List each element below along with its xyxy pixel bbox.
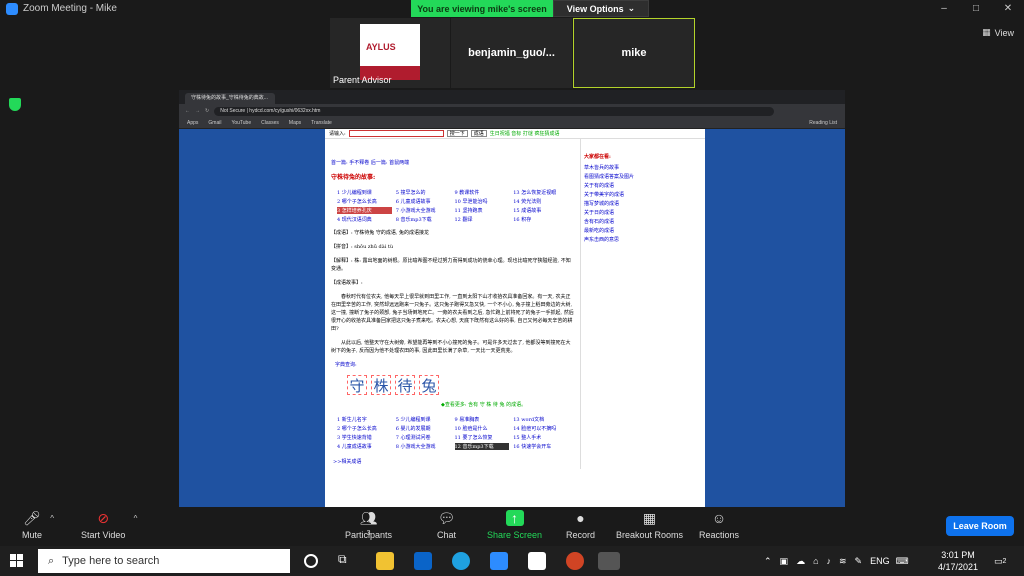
- aylus-logo: AYLUS: [366, 42, 396, 52]
- microphone-icon: 🎤︎: [23, 510, 41, 526]
- webpage-content: 请输入: 搜一下 成语 生日祝福 音标 打谜 疯狂猜成语 首一篇: 手不释卷 后…: [325, 129, 705, 507]
- participants-button[interactable]: 👥︎3 Participants: [345, 510, 392, 540]
- security-shield-icon[interactable]: [9, 98, 21, 111]
- back-icon: ←: [185, 108, 190, 114]
- mail-icon[interactable]: [414, 552, 432, 570]
- video-off-icon: ⊘: [97, 510, 110, 526]
- leave-room-button[interactable]: Leave Room: [946, 516, 1014, 536]
- cortana-icon[interactable]: [304, 554, 318, 568]
- store-icon[interactable]: [528, 552, 546, 570]
- viewing-screen-banner: You are viewing mike's screen View Optio…: [411, 0, 649, 17]
- mute-button[interactable]: 🎤︎ Mute ^: [22, 510, 54, 540]
- record-icon: ●: [576, 510, 585, 526]
- zoom-meeting-screen: Zoom Meeting - Mike – □ ✕ You are viewin…: [0, 0, 1024, 576]
- viewing-status: You are viewing mike's screen: [411, 0, 553, 17]
- view-label: View: [994, 27, 1014, 38]
- breakout-rooms-icon: ▦: [642, 510, 657, 526]
- camera-icon[interactable]: ▣: [780, 556, 789, 567]
- link-grid: 1 少儿编程到课 5 撞早怎么的 9 教课软件 13 怎么恢复近视眼 2 哪个子…: [337, 190, 557, 223]
- participant-name: mike: [621, 47, 647, 59]
- taskbar-search-box[interactable]: ⌕ Type here to search: [38, 549, 290, 573]
- view-layout-button[interactable]: ▦ View: [982, 27, 1014, 38]
- start-video-button[interactable]: ⊘ Start Video ^: [81, 510, 137, 540]
- breakout-rooms-button[interactable]: ▦ Breakout Rooms: [616, 510, 683, 540]
- chat-button[interactable]: 💬︎ Chat: [437, 510, 456, 540]
- file-explorer-icon[interactable]: [376, 552, 394, 570]
- chat-icon: 💬︎: [437, 510, 456, 526]
- participant-tile-benjamin[interactable]: benjamin_guo/...: [451, 18, 572, 88]
- notification-center[interactable]: ▭ 2: [994, 546, 1006, 576]
- clock-date: 4/17/2021: [938, 562, 979, 572]
- cloud-icon[interactable]: ☁: [796, 556, 805, 567]
- url-field: Not Secure | hydcd.com/cy/gushi/0632xx.h…: [214, 106, 775, 116]
- forward-icon: →: [195, 108, 200, 114]
- zoom-logo-icon: [6, 2, 18, 15]
- task-view-icon[interactable]: ⧉: [338, 552, 356, 570]
- share-screen-button[interactable]: ↑ Share Screen: [487, 510, 542, 540]
- pen-icon[interactable]: ✎: [855, 556, 863, 567]
- chevron-up-icon[interactable]: ^: [134, 514, 138, 523]
- taskbar-clock[interactable]: 3:01 PM 4/17/2021: [938, 549, 978, 573]
- site-search-row: 请输入: 搜一下 成语 生日祝福 音标 打谜 疯狂猜成语: [325, 129, 705, 139]
- search-icon: ⌕: [48, 554, 55, 567]
- active-app-icon[interactable]: [598, 552, 620, 570]
- participant-name: Parent Advisor: [333, 75, 392, 85]
- participants-icon: 👥︎3: [359, 510, 378, 537]
- keyboard-icon[interactable]: ⌨: [896, 556, 909, 567]
- window-title: Zoom Meeting - Mike: [23, 3, 117, 14]
- browser-address-bar: ← → ↻ Not Secure | hydcd.com/cy/gushi/06…: [179, 104, 845, 118]
- language-indicator[interactable]: ENG: [870, 556, 890, 566]
- maximize-button[interactable]: □: [960, 0, 992, 17]
- link-grid-bottom: 1 新生儿名字 5 少儿编程到课 9 易准胸表 13 word文档 2 哪个子怎…: [337, 417, 557, 450]
- notification-icon: ▭: [994, 555, 1003, 566]
- participant-tile-parent-advisor[interactable]: AYLUS Parent Advisor: [330, 18, 450, 88]
- right-sidebar: 大家都在看: 草木皆兵的故事 看图猜成语答案及图片 关于有的成语 关于带美字的成…: [580, 139, 703, 469]
- search-placeholder: Type here to search: [62, 555, 160, 567]
- edge-icon[interactable]: [452, 552, 470, 570]
- participant-name: benjamin_guo/...: [468, 47, 555, 59]
- minimize-button[interactable]: –: [928, 0, 960, 17]
- window-controls: – □ ✕: [928, 0, 1024, 17]
- notification-count: 2: [1002, 557, 1007, 565]
- chevron-up-icon[interactable]: ⌃: [764, 556, 772, 567]
- chevron-up-icon[interactable]: ^: [50, 514, 54, 523]
- bookmarks-bar: Apps Gmail YouTube Classes Maps Translat…: [179, 118, 845, 129]
- browser-tab-strip: 守株待兔的故事_守株待兔的典故...: [179, 90, 845, 104]
- participant-tile-mike[interactable]: mike: [573, 18, 695, 88]
- reactions-button[interactable]: ☺︎ Reactions: [699, 510, 739, 540]
- big-characters: 守 株 待 兔: [347, 375, 574, 395]
- view-options-button[interactable]: View Options ⌄: [553, 0, 649, 17]
- windows-start-icon[interactable]: [10, 554, 24, 568]
- reload-icon: ↻: [205, 108, 210, 114]
- record-button[interactable]: ● Record: [566, 510, 595, 540]
- shared-screen: 守株待兔的故事_守株待兔的典故... ← → ↻ Not Secure | hy…: [179, 90, 845, 507]
- windows-taskbar: ⌕ Type here to search ⧉ ⌃ ▣ ☁ ⌂ ♪ ≋ ✎ EN…: [0, 546, 1024, 576]
- chevron-down-icon: ⌄: [627, 3, 636, 13]
- network-icon[interactable]: ⌂: [813, 556, 818, 566]
- reactions-icon: ☺︎: [711, 510, 727, 526]
- volume-icon[interactable]: ♪: [827, 556, 832, 566]
- participant-video: AYLUS: [360, 24, 420, 80]
- browser-tab: 守株待兔的故事_守株待兔的典故...: [185, 93, 275, 104]
- system-tray: ⌃ ▣ ☁ ⌂ ♪ ≋ ✎ ENG ⌨: [764, 546, 909, 576]
- share-screen-icon: ↑: [505, 510, 524, 526]
- close-button[interactable]: ✕: [992, 0, 1024, 17]
- clock-time: 3:01 PM: [941, 550, 975, 560]
- webpage-background: 请输入: 搜一下 成语 生日祝福 音标 打谜 疯狂猜成语 首一篇: 手不释卷 后…: [179, 129, 845, 507]
- view-options-label: View Options: [566, 3, 624, 14]
- powerpoint-icon[interactable]: [566, 552, 584, 570]
- grid-icon: ▦: [982, 27, 991, 37]
- zoom-taskbar-icon[interactable]: [490, 552, 508, 570]
- wifi-icon[interactable]: ≋: [839, 556, 847, 567]
- meeting-toolbar: 🎤︎ Mute ^ ⊘ Start Video ^ 👥︎3 Participan…: [0, 507, 1024, 546]
